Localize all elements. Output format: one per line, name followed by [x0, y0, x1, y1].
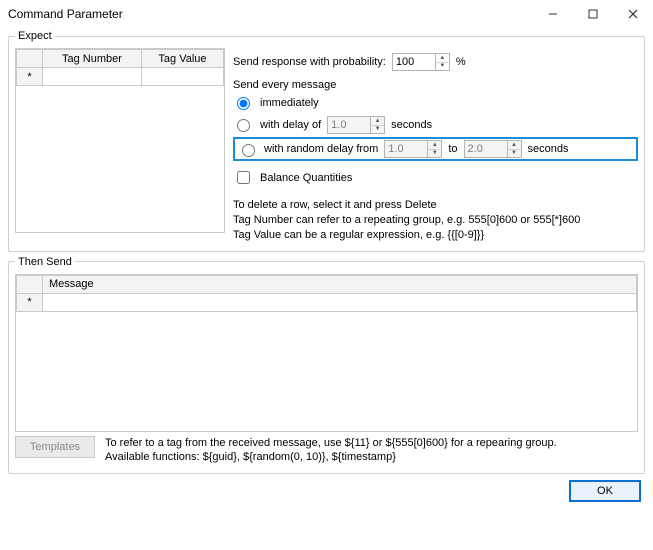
radio-with-delay-label: with delay of: [260, 119, 321, 131]
titlebar: Command Parameter: [0, 0, 653, 28]
cell-tagnumber[interactable]: [43, 68, 142, 86]
radio-with-delay[interactable]: [237, 119, 250, 132]
then-send-legend: Then Send: [15, 256, 75, 268]
spin-up-icon: ▲: [371, 117, 384, 126]
minimize-button[interactable]: [533, 0, 573, 28]
row-marker: *: [17, 68, 43, 86]
expect-legend: Expect: [15, 30, 55, 42]
random-unit: seconds: [528, 143, 569, 155]
random-from-input: [385, 141, 427, 157]
spin-down-icon: ▼: [428, 150, 441, 158]
expect-help-1: To delete a row, select it and press Del…: [233, 198, 638, 213]
expect-help-3: Tag Value can be a regular expression, e…: [233, 228, 638, 243]
expect-help-2: Tag Number can refer to a repeating grou…: [233, 213, 638, 228]
spin-down-icon: ▼: [508, 150, 521, 158]
ok-button[interactable]: OK: [569, 480, 641, 502]
templates-button[interactable]: Templates: [15, 436, 95, 458]
window-controls: [533, 0, 653, 28]
random-to-label: to: [448, 143, 457, 155]
probability-label: Send response with probability:: [233, 56, 386, 68]
then-send-help-1: To refer to a tag from the received mess…: [105, 436, 638, 451]
random-to-stepper[interactable]: ▲▼: [464, 140, 522, 158]
probability-input[interactable]: [393, 54, 435, 70]
random-to-input: [465, 141, 507, 157]
window-title: Command Parameter: [8, 7, 533, 21]
then-col-rowheader: [17, 275, 43, 293]
radio-immediately-label: immediately: [260, 97, 319, 109]
spin-down-icon: ▼: [371, 126, 384, 134]
spin-up-icon[interactable]: ▲: [436, 54, 449, 63]
cell-tagvalue[interactable]: [141, 68, 223, 86]
maximize-button[interactable]: [573, 0, 613, 28]
probability-unit: %: [456, 56, 466, 68]
close-icon: [628, 9, 638, 19]
expect-col-rowheader: [17, 50, 43, 68]
balance-label: Balance Quantities: [260, 172, 352, 184]
minimize-icon: [548, 9, 558, 19]
random-delay-highlight: with random delay from ▲▼ to ▲▼ seconds: [233, 137, 638, 161]
maximize-icon: [588, 9, 598, 19]
spin-up-icon: ▲: [428, 141, 441, 150]
expect-help: To delete a row, select it and press Del…: [233, 198, 638, 243]
expect-col-tagnumber: Tag Number: [43, 50, 142, 68]
close-button[interactable]: [613, 0, 653, 28]
table-row[interactable]: *: [17, 293, 637, 311]
then-send-group: Then Send Message * Templates To refer t…: [8, 256, 645, 475]
delay-stepper[interactable]: ▲▼: [327, 116, 385, 134]
radio-random-delay[interactable]: [242, 144, 255, 157]
cell-message[interactable]: [43, 293, 637, 311]
radio-immediately[interactable]: [237, 97, 250, 110]
delay-input: [328, 117, 370, 133]
expect-col-tagvalue: Tag Value: [141, 50, 223, 68]
send-every-heading: Send every message: [233, 79, 638, 91]
then-send-table[interactable]: Message *: [15, 274, 638, 432]
balance-checkbox[interactable]: [237, 171, 250, 184]
then-send-help-2: Available functions: ${guid}, ${random(0…: [105, 450, 638, 465]
row-marker: *: [17, 293, 43, 311]
probability-stepper[interactable]: ▲▼: [392, 53, 450, 71]
table-row[interactable]: *: [17, 68, 224, 86]
then-send-help: To refer to a tag from the received mess…: [105, 436, 638, 466]
then-col-message: Message: [43, 275, 637, 293]
expect-table[interactable]: Tag Number Tag Value *: [15, 48, 225, 233]
spin-up-icon: ▲: [508, 141, 521, 150]
random-from-stepper[interactable]: ▲▼: [384, 140, 442, 158]
spin-down-icon[interactable]: ▼: [436, 63, 449, 71]
delay-unit: seconds: [391, 119, 432, 131]
expect-group: Expect Tag Number Tag Value *: [8, 30, 645, 252]
radio-random-delay-label: with random delay from: [264, 143, 378, 155]
